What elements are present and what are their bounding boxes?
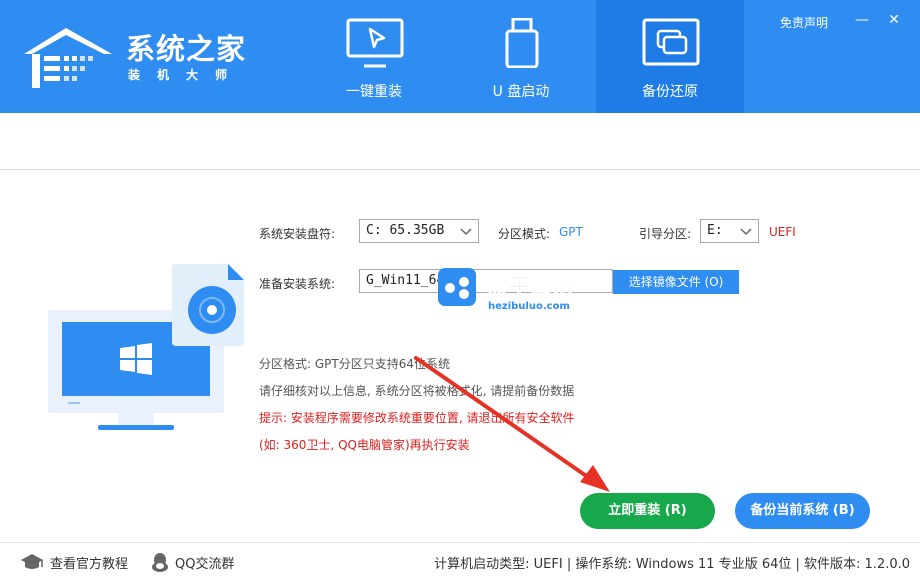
tab-label: U 盘启动 bbox=[492, 84, 550, 100]
boot-partition-select[interactable]: E: bbox=[700, 219, 759, 243]
tab-label: 备份还原 bbox=[642, 84, 698, 100]
tab-backup-restore[interactable]: 备份还原 bbox=[596, 0, 744, 113]
chevron-down-icon bbox=[454, 220, 478, 242]
official-tutorial-link[interactable]: 查看官方教程 bbox=[50, 553, 128, 572]
partition-mode-value: GPT bbox=[559, 225, 583, 239]
logo-subtitle: 装机大师 bbox=[128, 68, 245, 82]
select-image-button[interactable]: 选择镜像文件 (O) bbox=[613, 270, 739, 294]
system-status-text: 计算机启动类型: UEFI | 操作系统: Windows 11 专业版 64位… bbox=[434, 557, 910, 572]
disclaimer-link[interactable]: 免责声明 bbox=[780, 14, 828, 31]
system-label: 准备安装系统: bbox=[259, 277, 336, 291]
close-button[interactable]: ✕ bbox=[884, 10, 904, 30]
partition-mode-label: 分区模式: bbox=[498, 227, 551, 241]
usb-drive-icon bbox=[505, 18, 539, 68]
toolbar-band bbox=[0, 113, 920, 170]
app-header: 系统之家 装机大师 一键重装 U 盘启动 备份还原 免责声明 — ✕ bbox=[0, 0, 920, 113]
backup-system-button[interactable]: 备份当前系统 (B) bbox=[735, 493, 870, 529]
tab-label: 一键重装 bbox=[346, 84, 402, 100]
boot-type-value: UEFI bbox=[769, 225, 796, 239]
disk-select-value: C: 65.35GB bbox=[366, 223, 445, 238]
app-logo: 系统之家 装机大师 bbox=[18, 18, 248, 93]
reinstall-now-button[interactable]: 立即重装 (R) bbox=[580, 493, 715, 529]
boot-partition-label: 引导分区: bbox=[639, 227, 692, 241]
qq-penguin-icon bbox=[152, 553, 168, 572]
system-image-value: G_Win11_64 bbox=[366, 273, 445, 288]
minimize-button[interactable]: — bbox=[852, 10, 872, 30]
cursor-monitor-icon bbox=[346, 18, 404, 68]
disk-label: 系统安装盘符: bbox=[259, 227, 336, 241]
watermark-url: hezibuluo.com bbox=[488, 301, 570, 312]
graduation-cap-icon bbox=[21, 554, 43, 569]
status-footer: 查看官方教程 QQ交流群 计算机启动类型: UEFI | 操作系统: Windo… bbox=[0, 542, 920, 580]
watermark: 盒子部落 hezibuluo.com bbox=[436, 266, 612, 312]
qq-group-link[interactable]: QQ交流群 bbox=[175, 553, 234, 572]
tab-one-click-reinstall[interactable]: 一键重装 bbox=[300, 0, 448, 113]
computer-disc-illustration bbox=[48, 264, 244, 430]
copy-windows-icon bbox=[642, 18, 700, 66]
watermark-logo-icon: 盒子部落 hezibuluo.com bbox=[438, 268, 575, 312]
house-logo-icon bbox=[24, 28, 112, 88]
disk-select[interactable]: C: 65.35GB bbox=[359, 219, 479, 243]
tab-usb-boot[interactable]: U 盘启动 bbox=[447, 0, 595, 113]
logo-title: 系统之家 bbox=[126, 32, 247, 66]
red-arrow-annotation bbox=[414, 356, 610, 492]
chevron-down-icon bbox=[734, 220, 758, 242]
watermark-text: 盒子部落 bbox=[485, 274, 575, 300]
boot-partition-value: E: bbox=[707, 223, 723, 238]
